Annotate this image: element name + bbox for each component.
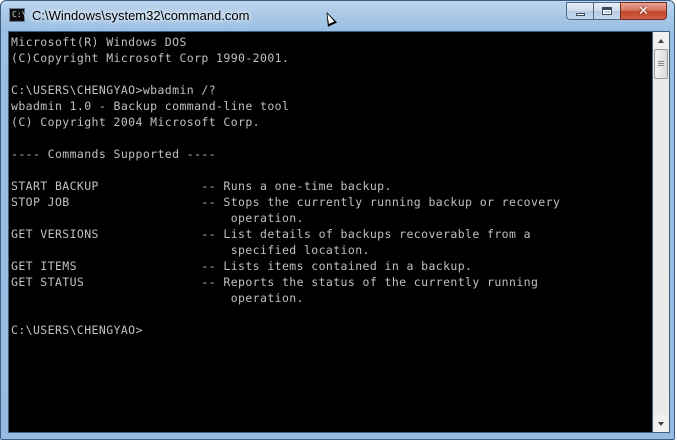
console-line: (C)Copyright Microsoft Corp 1990-2001. (11, 51, 290, 65)
console-line: operation. (11, 291, 304, 305)
console-line: Microsoft(R) Windows DOS (11, 35, 187, 49)
console-icon[interactable]: C:\ (9, 8, 27, 22)
console-line: specified location. (11, 243, 370, 257)
thumb-grip-line (658, 65, 664, 66)
scroll-down-button[interactable] (653, 415, 669, 432)
console-output[interactable]: Microsoft(R) Windows DOS (C)Copyright Mic… (8, 31, 653, 433)
close-icon: ✕ (638, 3, 649, 19)
maximize-button[interactable] (593, 2, 620, 20)
scroll-up-button[interactable] (653, 32, 669, 49)
console-line: C:\USERS\CHENGYAO>wbadmin /? (11, 83, 217, 97)
vertical-scrollbar[interactable] (653, 31, 670, 433)
minimize-button[interactable] (566, 2, 593, 20)
scroll-down-icon (658, 421, 664, 426)
console-line: operation. (11, 211, 304, 225)
thumb-grip-line (658, 63, 664, 64)
console-text: Microsoft(R) Windows DOS (C)Copyright Mic… (11, 34, 560, 338)
scroll-up-icon (658, 38, 664, 43)
console-line: GET VERSIONS -- List details of backups … (11, 227, 531, 241)
scroll-thumb[interactable] (654, 49, 668, 79)
caption-buttons: ✕ (566, 2, 667, 21)
console-icon-prompt: C:\ (12, 10, 27, 19)
console-line: GET ITEMS -- Lists items contained in a … (11, 259, 473, 273)
console-window: C:\ C:\Windows\system32\command.com ✕ Mi… (0, 0, 675, 440)
console-line: wbadmin 1.0 - Backup command-line tool (11, 99, 290, 113)
thumb-grip-line (658, 61, 664, 62)
console-line: C:\USERS\CHENGYAO> (11, 323, 143, 337)
close-button[interactable]: ✕ (620, 2, 667, 20)
minimize-icon (575, 13, 585, 16)
maximize-icon (602, 7, 612, 15)
title-bar[interactable]: C:\ C:\Windows\system32\command.com ✕ (1, 1, 674, 31)
console-line: (C) Copyright 2004 Microsoft Corp. (11, 115, 261, 129)
console-line: GET STATUS -- Reports the status of the … (11, 275, 539, 289)
window-title: C:\Windows\system32\command.com (32, 8, 250, 23)
console-line: ---- Commands Supported ---- (11, 147, 217, 161)
console-line: START BACKUP -- Runs a one-time backup. (11, 179, 392, 193)
console-line: STOP JOB -- Stops the currently running … (11, 195, 561, 209)
